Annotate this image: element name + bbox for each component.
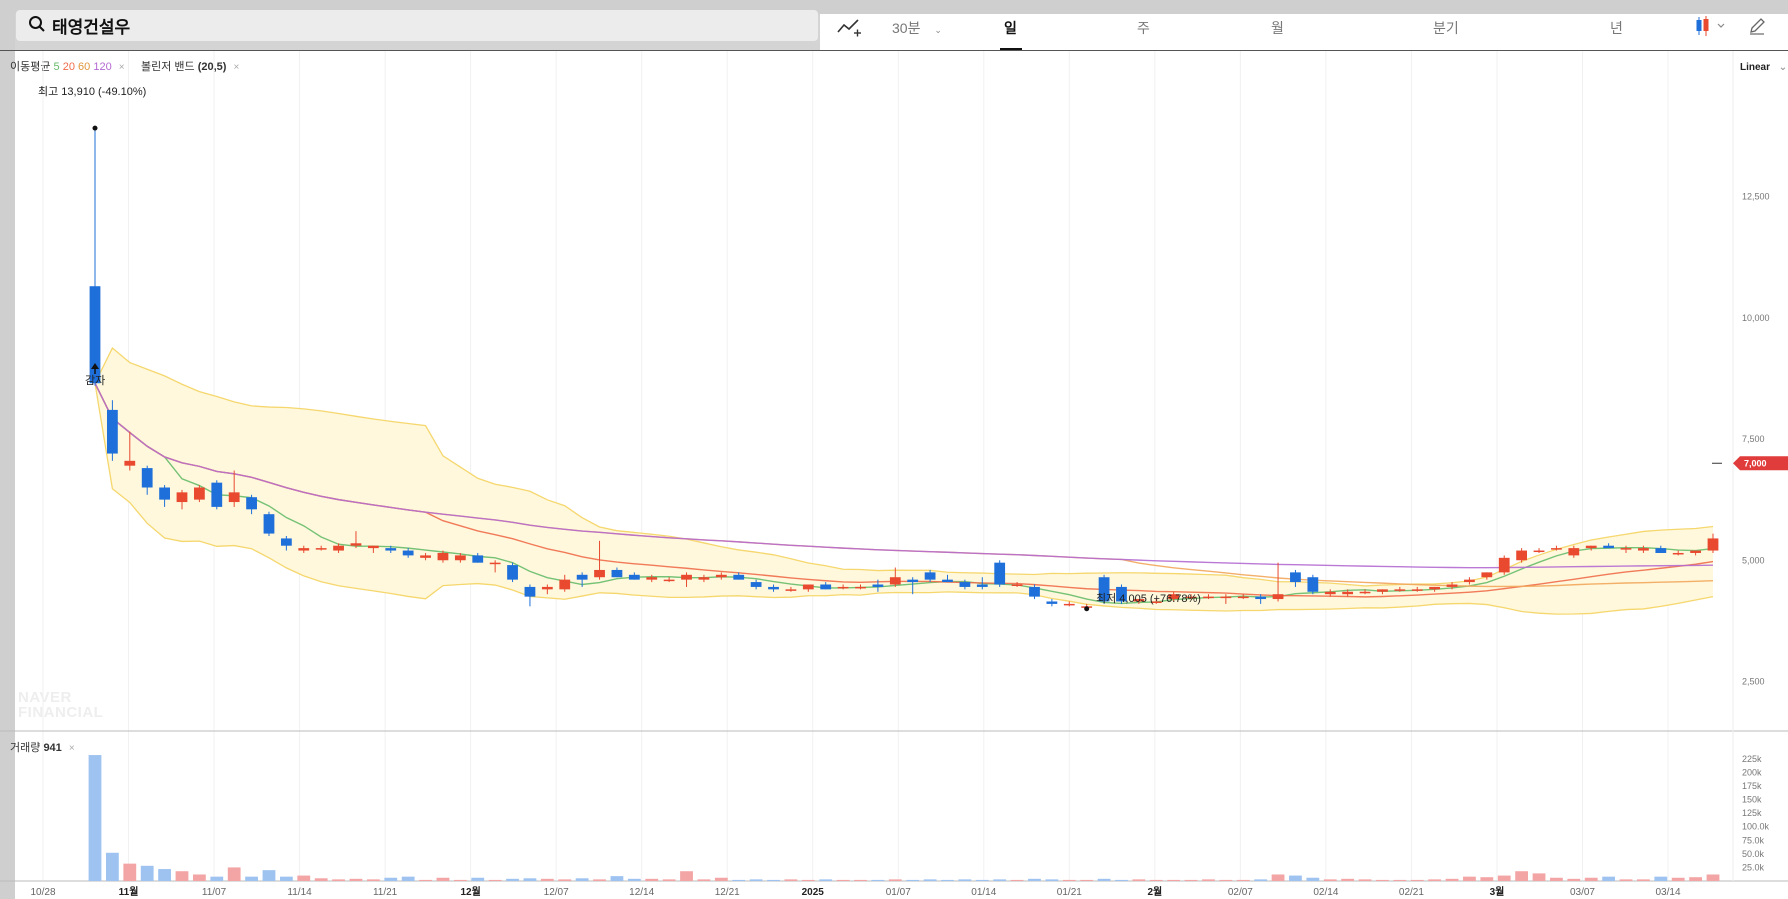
chevron-down-icon: ⌄: [934, 25, 942, 35]
tab-week[interactable]: 주: [1137, 18, 1150, 38]
ma-legend[interactable]: 이동평균 5 20 60 120 ×: [10, 58, 125, 74]
volume-legend-value: 941: [43, 742, 62, 754]
ma-legend-period-20: 20: [62, 61, 75, 73]
toolbar-divider: [0, 50, 1788, 51]
bb-legend-close-icon[interactable]: ×: [234, 62, 240, 73]
stock-name[interactable]: 태영건설우: [52, 13, 130, 38]
ma-legend-period-60: 60: [78, 61, 91, 73]
search-icon[interactable]: [28, 15, 46, 33]
interval-label: 30분: [892, 20, 921, 36]
volume-legend-close-icon[interactable]: ×: [69, 743, 75, 754]
tab-month[interactable]: 월: [1271, 18, 1284, 38]
stock-chart-app: 태영건설우 30분 ⌄ 일 주 월 분기 년 이동평균 5 20 60 120 …: [0, 0, 1788, 899]
volume-legend-label: 거래량: [10, 742, 41, 754]
watermark-line-2: FINANCIAL: [18, 704, 104, 721]
volume-legend[interactable]: 거래량 941 ×: [10, 739, 75, 755]
bb-legend-params: (20,5): [197, 61, 227, 73]
candle-type-icon[interactable]: [1694, 15, 1728, 37]
chart-area: [0, 51, 1788, 899]
tab-year[interactable]: 년: [1610, 18, 1623, 38]
watermark-logo: NAVER FINANCIAL: [18, 690, 103, 720]
ma-legend-period-5: 5: [53, 61, 60, 73]
scale-mode-label: Linear: [1740, 62, 1771, 73]
drawing-tool-icon[interactable]: [836, 17, 862, 37]
watermark-line-1: NAVER: [18, 689, 72, 706]
search-box[interactable]: [16, 10, 818, 41]
tab-day[interactable]: 일: [1004, 18, 1017, 38]
ma-legend-title: 이동평균: [10, 61, 51, 73]
pencil-icon[interactable]: [1747, 16, 1767, 36]
tab-quarter[interactable]: 분기: [1433, 18, 1459, 38]
bb-legend[interactable]: 볼린저 밴드 (20,5) ×: [141, 58, 239, 74]
bb-legend-title: 볼린저 밴드: [141, 61, 195, 73]
scale-mode-button[interactable]: Linear ⌄: [1740, 62, 1787, 73]
ma-legend-period-120: 120: [93, 61, 112, 73]
window-frame-left: [0, 0, 15, 899]
interval-select[interactable]: 30분 ⌄: [892, 18, 942, 38]
ma-legend-close-icon[interactable]: ×: [119, 62, 125, 73]
toolbar: [820, 14, 1788, 51]
chevron-down-icon: ⌄: [1778, 62, 1788, 73]
